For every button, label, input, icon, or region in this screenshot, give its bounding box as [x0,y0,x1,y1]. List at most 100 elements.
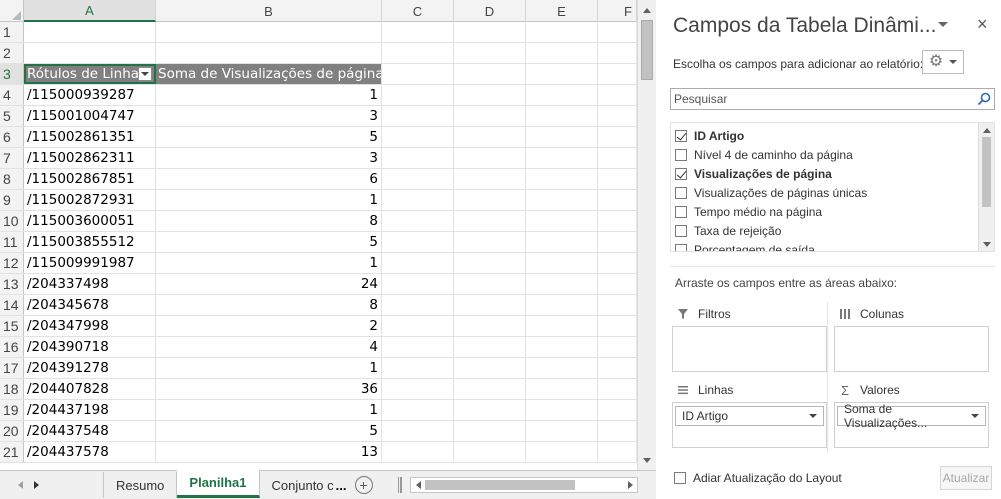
cell-e[interactable] [526,190,598,210]
cell-b[interactable]: 36 [156,379,382,399]
pivot-values-header[interactable]: Soma de Visualizações de página [156,64,382,84]
cell-d[interactable] [454,274,526,294]
scroll-down-arrow-icon[interactable] [982,239,992,249]
cell-f[interactable] [598,253,637,273]
cell-e[interactable] [526,85,598,105]
cell-b[interactable]: 24 [156,274,382,294]
column-header-b[interactable]: B [156,0,382,22]
update-button[interactable]: Atualizar [940,466,992,490]
cell-c[interactable] [382,337,454,357]
cell-b[interactable]: 3 [156,106,382,126]
field-checkbox[interactable] [675,129,687,142]
field-item[interactable]: Visualizações de páginas únicas [675,183,867,202]
row-header[interactable]: 7 [0,148,24,168]
cell-f[interactable] [598,442,637,462]
cell-a[interactable] [24,43,156,63]
field-checkbox[interactable] [675,167,687,180]
tab-split-handle[interactable] [398,477,403,493]
search-icon[interactable] [977,92,991,106]
cell-b[interactable]: 1 [156,253,382,273]
cell-c[interactable] [382,190,454,210]
scroll-thumb[interactable] [641,20,653,80]
cell-e[interactable] [526,232,598,252]
cell-f[interactable] [598,148,637,168]
cell-f[interactable] [598,169,637,189]
rows-field-pill[interactable]: ID Artigo [675,406,824,426]
field-item[interactable]: Tempo médio na página [675,202,822,221]
row-header[interactable]: 8 [0,169,24,189]
cell-d[interactable] [454,421,526,441]
cell-c[interactable] [382,211,454,231]
cell-c[interactable] [382,106,454,126]
cell-e[interactable] [526,400,598,420]
cell-d[interactable] [454,148,526,168]
cell-f[interactable] [598,85,637,105]
sheet-tab-conjunto[interactable]: Conjunto c [260,472,338,498]
cell-f[interactable] [598,337,637,357]
cell-b[interactable]: 8 [156,295,382,315]
cell-f[interactable] [598,295,637,315]
cell-b[interactable]: 1 [156,85,382,105]
row-header[interactable]: 4 [0,85,24,105]
row-header[interactable]: 1 [0,22,24,42]
row-header[interactable]: 9 [0,190,24,210]
cell-a[interactable]: /115009991987 [24,253,156,273]
cell-e[interactable] [526,379,598,399]
cell-e[interactable] [526,316,598,336]
cell-e[interactable] [526,211,598,231]
cell-f[interactable] [598,358,637,378]
defer-layout-update[interactable]: Adiar Atualização do Layout [674,471,842,485]
cell-c[interactable] [382,43,454,63]
cell-a[interactable]: /115002862311 [24,148,156,168]
scroll-up-arrow-icon[interactable] [641,4,653,16]
cell-f[interactable] [598,127,637,147]
scroll-left-arrow-icon[interactable] [413,480,423,490]
cell-c[interactable] [382,379,454,399]
cell-e[interactable] [526,22,598,42]
field-item[interactable]: Nível 4 de caminho da página [675,145,853,164]
cell-c[interactable] [382,358,454,378]
pivot-row-labels-header[interactable]: Rótulos de Linha [24,64,156,84]
row-header[interactable]: 3 [0,64,24,84]
cell-b[interactable] [156,43,382,63]
values-field-pill[interactable]: Soma de Visualizações... [837,402,986,430]
cell-c[interactable] [382,232,454,252]
column-header-a[interactable]: A [24,0,156,22]
cell-e[interactable] [526,106,598,126]
field-checkbox[interactable] [675,186,687,199]
cell-e[interactable] [526,337,598,357]
column-header-f[interactable]: F [598,0,637,22]
field-item[interactable]: ID Artigo [675,126,744,145]
row-header[interactable]: 15 [0,316,24,336]
cell-c[interactable] [382,400,454,420]
cell-b[interactable] [156,22,382,42]
cell-a[interactable]: /204437198 [24,400,156,420]
cell-a[interactable]: /115000939287 [24,85,156,105]
row-header[interactable]: 21 [0,442,24,462]
cell-e[interactable] [526,148,598,168]
cell-d[interactable] [454,337,526,357]
cell-b[interactable]: 3 [156,148,382,168]
sheet-horizontal-scrollbar[interactable] [410,477,638,493]
cell-e[interactable] [526,169,598,189]
field-item[interactable]: Taxa de rejeição [675,221,781,240]
scroll-up-arrow-icon[interactable] [982,125,992,135]
cell-e[interactable] [526,127,598,147]
row-header[interactable]: 17 [0,358,24,378]
row-header[interactable]: 14 [0,295,24,315]
cell-a[interactable]: /204437548 [24,421,156,441]
row-header[interactable]: 19 [0,400,24,420]
cell-a[interactable]: /204390718 [24,337,156,357]
scroll-right-arrow-icon[interactable] [625,480,635,490]
cell-a[interactable]: /204347998 [24,316,156,336]
cell-b[interactable]: 6 [156,169,382,189]
column-header-c[interactable]: C [382,0,454,22]
row-header[interactable]: 13 [0,274,24,294]
row-header[interactable]: 11 [0,232,24,252]
field-checkbox[interactable] [675,224,687,237]
cell-d[interactable] [454,106,526,126]
cell-e[interactable] [526,274,598,294]
cell-c[interactable] [382,22,454,42]
cell-e[interactable] [526,442,598,462]
cell-d[interactable] [454,295,526,315]
